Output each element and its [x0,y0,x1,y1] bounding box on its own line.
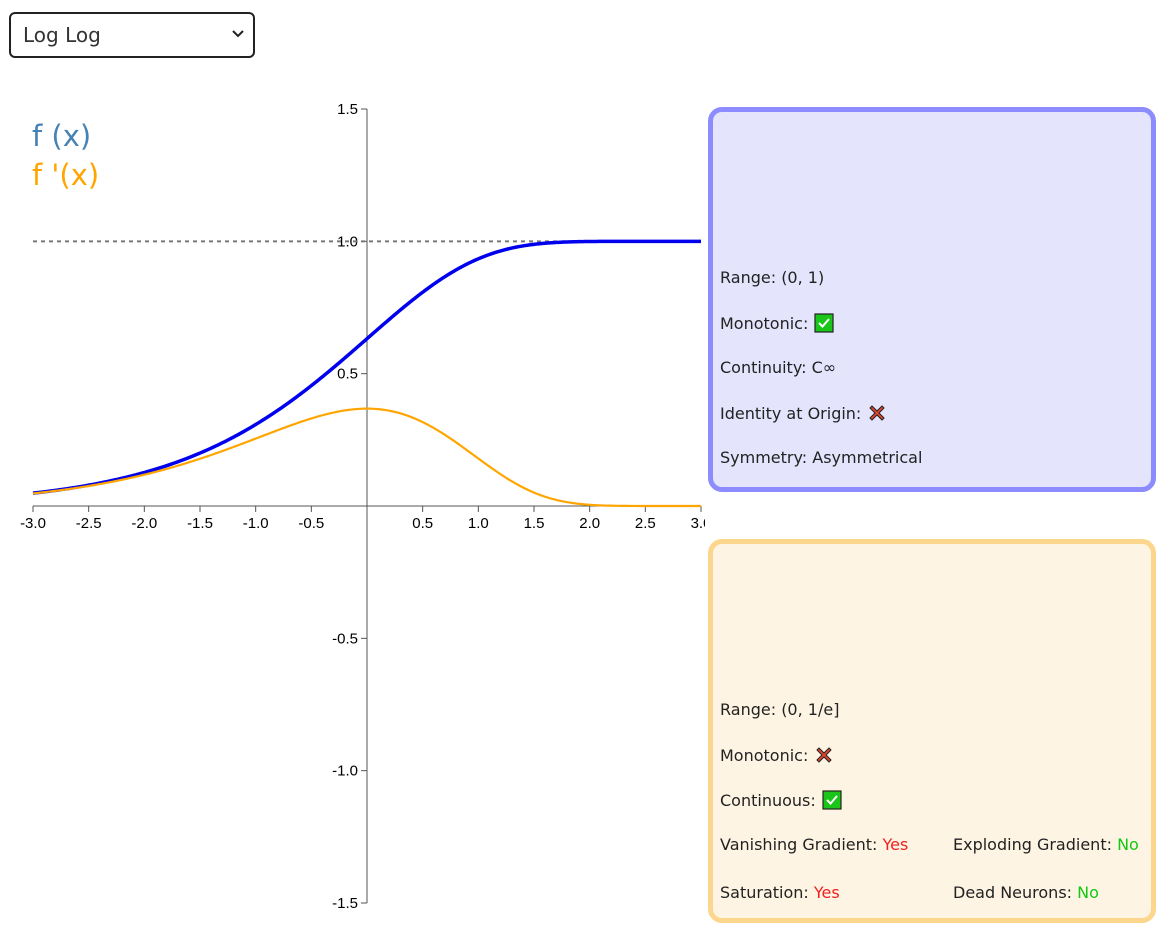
dead-neurons-label: Dead Neurons: [953,883,1073,902]
range-label: Range: (0, 1) [720,268,825,287]
monotonic-row: Monotonic: [720,313,834,333]
df-monotonic-row: Monotonic: [720,745,834,765]
cross-icon [816,747,833,763]
range-row: Range: (0, 1) [720,268,824,287]
saturation-row: Saturation: Yes [720,883,840,902]
symmetry-row: Symmetry: Asymmetrical [720,448,922,467]
symmetry-label: Symmetry: Asymmetrical [720,448,923,467]
x-tick-label: 0.5 [412,515,433,532]
y-tick-label: 0.5 [337,366,358,383]
y-tick-label: 1.5 [337,101,358,118]
x-tick-label: -2.5 [76,515,102,532]
y-tick-label: -1.5 [332,895,358,912]
df-continuous-label: Continuous: [720,790,816,810]
x-tick-label: 2.0 [579,515,600,532]
exploding-gradient-label: Exploding Gradient: [953,835,1112,854]
df-range-label: Range: (0, 1/e] [720,700,840,719]
check-icon [814,313,834,333]
vanishing-gradient-row: Vanishing Gradient: Yes [720,835,908,854]
y-tick-label: -1.0 [332,763,358,780]
identity-label: Identity at Origin: [720,403,862,423]
legend-f: f (x) [32,119,91,153]
derivative-properties-panel: Range: (0, 1/e] Monotonic: Continuous: V… [708,539,1156,923]
x-tick-label: -1.5 [187,515,213,532]
function-properties-panel: Range: (0, 1) Monotonic: Continuity: C∞ … [708,107,1156,492]
dead-neurons-row: Dead Neurons: No [953,883,1099,902]
vanishing-gradient-value: Yes [882,835,909,854]
x-tick-label: 1.5 [524,515,545,532]
continuity-label: Continuity: C∞ [720,358,837,377]
x-tick-label: -3.0 [20,515,46,532]
df-range-row: Range: (0, 1/e] [720,700,839,719]
monotonic-label: Monotonic: [720,313,809,333]
continuity-row: Continuity: C∞ [720,358,836,377]
x-tick-label: 3.0 [691,515,705,532]
exploding-gradient-value: No [1117,835,1139,854]
x-tick-label: -2.0 [131,515,157,532]
check-icon [822,790,842,810]
legend-df: f '(x) [32,158,99,192]
vanishing-gradient-label: Vanishing Gradient: [720,835,878,854]
saturation-value: Yes [813,883,840,902]
x-tick-label: 2.5 [635,515,656,532]
activation-chart: -3.0 -2.5 -2.0 -1.5 -1.0 -0.5 0.5 1.0 1.5 2.0 2.5 3… [20,101,705,912]
df-continuous-row: Continuous: [720,790,842,810]
dead-neurons-value: No [1077,883,1099,902]
identity-row: Identity at Origin: [720,403,887,423]
cross-icon [869,405,886,421]
x-tick-label: 1.0 [468,515,489,532]
x-tick-label: -0.5 [298,515,324,532]
exploding-gradient-row: Exploding Gradient: No [953,835,1139,854]
y-tick-label: -0.5 [332,630,358,647]
x-tick-label: -1.0 [243,515,269,532]
saturation-label: Saturation: [720,883,809,902]
df-monotonic-label: Monotonic: [720,745,809,765]
